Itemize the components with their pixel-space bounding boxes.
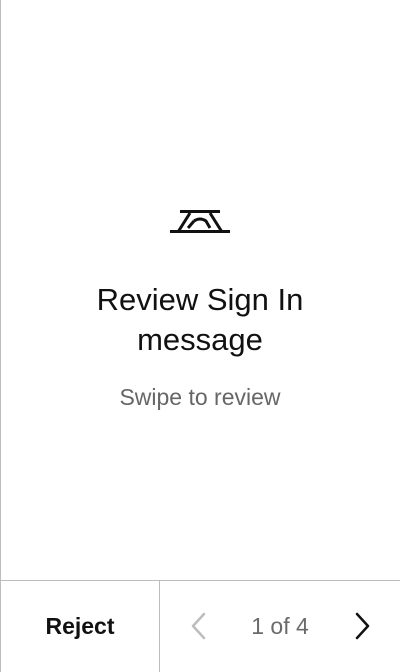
swipe-hint: Swipe to review [119, 384, 281, 410]
chevron-left-icon[interactable] [185, 611, 215, 641]
page-indicator: 1 of 4 [251, 613, 309, 639]
arch-logo-icon [170, 208, 230, 234]
reject-button[interactable]: Reject [1, 581, 160, 672]
chevron-right-icon[interactable] [346, 611, 376, 641]
review-message-card[interactable]: Review Sign In message Swipe to review [0, 0, 400, 580]
bottom-action-bar: Reject 1 of 4 [0, 580, 400, 672]
message-title: Review Sign In message [96, 282, 304, 357]
pagination: 1 of 4 [161, 581, 400, 672]
